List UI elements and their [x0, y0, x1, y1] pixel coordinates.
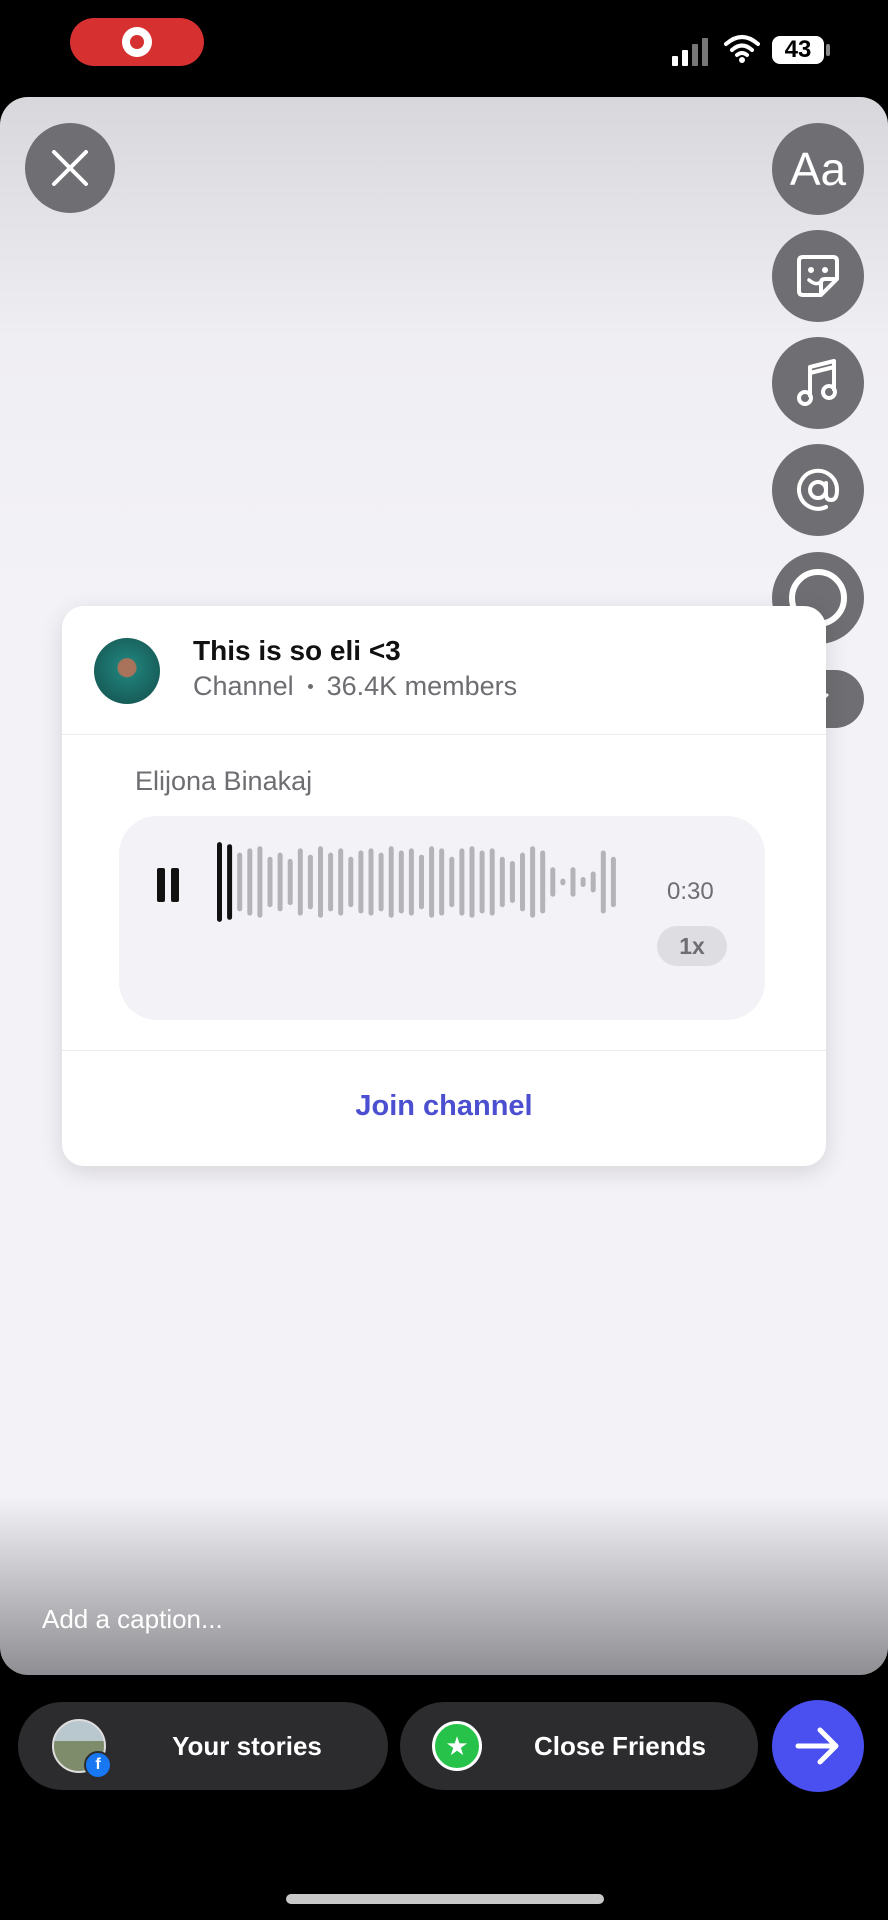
sticker-tool-button[interactable]: [772, 230, 864, 322]
waveform-bar: [378, 852, 384, 912]
text-icon: Aa: [789, 143, 847, 195]
channel-type: Channel: [193, 671, 294, 701]
join-channel-button[interactable]: Join channel: [62, 1090, 826, 1123]
facebook-icon: f: [84, 1751, 112, 1779]
waveform-bar: [358, 850, 364, 914]
waveform-bar: [560, 878, 566, 886]
story-canvas: Aa This is so eli <3 Channel 36.4K membe…: [0, 97, 888, 1675]
waveform-bar: [287, 858, 293, 906]
waveform-bar: [267, 856, 273, 908]
divider: [62, 734, 826, 735]
wifi-icon: [724, 35, 760, 63]
waveform-bar: [540, 850, 546, 914]
waveform-bar: [520, 852, 525, 912]
home-indicator[interactable]: [286, 1894, 604, 1904]
battery-icon: 43: [772, 36, 824, 64]
waveform-bar: [600, 850, 606, 914]
caption-input[interactable]: Add a caption...: [42, 1604, 223, 1635]
music-tool-button[interactable]: [772, 337, 864, 429]
your-stories-label: Your stories: [172, 1730, 322, 1761]
waveform-bar: [509, 861, 515, 903]
sender-name: Elijona Binakaj: [135, 766, 313, 796]
text-tool-button[interactable]: Aa: [772, 123, 864, 215]
waveform-bar: [348, 856, 354, 908]
waveform-bar: [439, 848, 445, 916]
screen-record-indicator[interactable]: [70, 18, 204, 66]
waveform-bar: [408, 848, 414, 916]
battery-cap: [826, 44, 830, 56]
pause-icon-bar: [171, 868, 179, 902]
waveform-bar: [277, 852, 283, 912]
waveform-bar: [307, 854, 313, 910]
waveform-bar: [459, 848, 465, 916]
voice-message-bubble: 0:30 1x: [119, 816, 765, 1020]
waveform-bar: [570, 867, 576, 897]
playback-speed-button[interactable]: 1x: [657, 926, 727, 966]
waveform-bar: [368, 848, 374, 916]
channel-avatar: [94, 638, 160, 704]
separator-dot: [307, 684, 313, 689]
waveform-bar: [297, 848, 303, 916]
mention-tool-button[interactable]: [772, 444, 864, 536]
sticker-icon: [797, 255, 839, 297]
waveform-bar: [489, 848, 495, 916]
waveform-bar: [338, 848, 344, 916]
waveform-bar: [590, 871, 596, 893]
mention-icon: [797, 468, 840, 511]
waveform-bar: [257, 846, 263, 918]
channel-share-card[interactable]: This is so eli <3 Channel 36.4K members …: [62, 606, 826, 1166]
send-button[interactable]: [772, 1700, 864, 1792]
pause-button[interactable]: [157, 868, 179, 902]
profile-avatar: f: [52, 1719, 112, 1779]
waveform-bar: [449, 856, 455, 908]
waveform-bar: [247, 848, 253, 916]
music-icon: [797, 359, 837, 406]
waveform-bar: [318, 846, 323, 918]
divider: [62, 1050, 826, 1051]
close-friends-button[interactable]: ★ Close Friends: [400, 1702, 758, 1790]
waveform-bar: [429, 846, 435, 918]
battery-level: 43: [784, 36, 812, 63]
waveform-bar: [499, 856, 505, 908]
your-stories-button[interactable]: f Your stories: [18, 1702, 388, 1790]
waveform-bar: [388, 846, 394, 918]
member-count: 36.4K members: [326, 671, 518, 701]
voice-duration: 0:30: [667, 878, 714, 905]
waveform-bar: [419, 854, 424, 910]
voice-waveform[interactable]: [217, 840, 621, 924]
close-icon: [52, 150, 88, 186]
waveform-bar: [237, 852, 243, 912]
waveform-bar: [398, 850, 404, 914]
channel-title: This is so eli <3: [193, 635, 401, 666]
waveform-bar: [550, 867, 556, 897]
pause-icon-bar: [157, 868, 165, 902]
waveform-bar: [479, 850, 485, 914]
waveform-bar: [328, 852, 334, 912]
arrow-right-icon: [795, 1727, 839, 1765]
waveform-bar: [580, 876, 586, 888]
close-button[interactable]: [25, 123, 115, 213]
screen-record-icon: [122, 27, 152, 57]
close-friends-label: Close Friends: [534, 1730, 706, 1761]
star-icon: ★: [432, 1721, 482, 1771]
waveform-bar: [469, 846, 475, 918]
waveform-bar: [530, 846, 536, 918]
playback-speed-label: 1x: [679, 932, 705, 959]
waveform-bar: [227, 844, 233, 920]
waveform-bar: [217, 842, 222, 922]
signal-icon: [672, 38, 708, 66]
channel-meta: Channel 36.4K members: [193, 671, 517, 702]
waveform-bar: [610, 856, 616, 908]
